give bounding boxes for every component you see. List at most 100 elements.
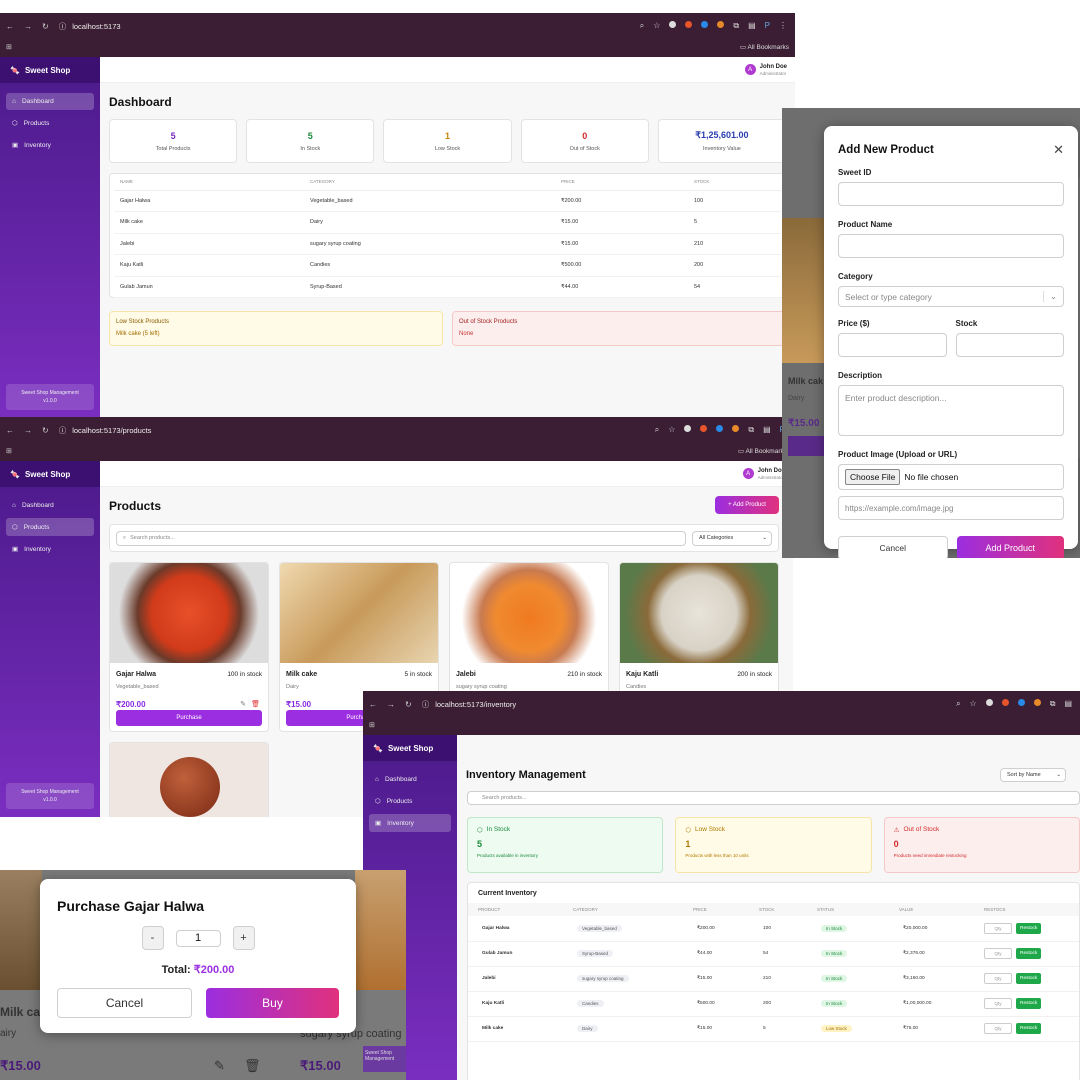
edit-icon[interactable]: ✎ [214,1058,225,1074]
sidebar-item-inventory[interactable]: ▣ Inventory [6,540,94,558]
back-icon[interactable]: ← [6,426,14,435]
restock-button[interactable]: Restock [1016,973,1042,984]
increment-button[interactable]: + [232,926,255,950]
apps-icon[interactable]: ⊞ [6,43,12,51]
avatar[interactable]: A [744,64,756,75]
extension-icon[interactable] [685,21,693,28]
extension-icon[interactable] [684,425,692,432]
brand[interactable]: 🍬 Sweet Shop [0,57,100,83]
cancel-button[interactable]: Cancel [57,988,192,1018]
purchase-button[interactable]: Purchase [116,710,262,726]
reload-icon[interactable]: ↻ [42,22,49,31]
zoom-icon[interactable]: ⌕ [655,425,659,435]
brand[interactable]: 🍬 Sweet Shop [0,461,100,487]
extension-icon[interactable] [1033,699,1041,706]
extension-icon[interactable] [669,21,677,28]
sidepanel-icon[interactable]: ▤ [748,21,756,31]
restock-qty-input[interactable]: Qty [984,948,1012,959]
product-name-input[interactable] [838,234,1064,258]
apps-icon[interactable]: ⊞ [369,721,375,729]
star-icon[interactable]: ☆ [653,21,660,31]
extension-icon[interactable] [700,425,708,432]
reload-icon[interactable]: ↻ [405,700,412,709]
extension-icon[interactable] [701,21,709,28]
star-icon[interactable]: ☆ [970,699,977,709]
add-product-submit-button[interactable]: Add Product [956,536,1064,558]
extension-icon[interactable] [1017,699,1025,706]
avatar[interactable]: A [742,468,754,479]
sidebar-item-dashboard[interactable]: ⌂ Dashboard [6,497,94,514]
bookmarks-bar[interactable]: ▭ All Bookmarks [738,447,787,455]
restock-button[interactable]: Restock [1016,1023,1042,1034]
restock-qty-input[interactable]: Qty [984,973,1012,984]
trash-icon[interactable]: 🗑 [251,700,260,708]
edit-icon[interactable]: ✎ [240,700,246,708]
back-icon[interactable]: ← [6,22,14,31]
sweet-id-input[interactable] [838,182,1064,206]
trash-icon[interactable]: 🗑 [244,1058,261,1074]
forward-icon[interactable]: → [387,700,395,709]
quantity-input[interactable]: 1 [175,929,221,947]
bookmarks-bar[interactable]: ▭ All Bookmarks [740,43,789,51]
zoom-icon[interactable]: ⌕ [640,21,644,31]
extension-icon[interactable] [732,425,740,432]
extension-icon[interactable] [716,425,724,432]
sidebar-item-inventory[interactable]: ▣ Inventory [369,814,451,832]
buy-button[interactable]: Buy [206,988,339,1018]
cancel-button[interactable]: Cancel [838,536,948,558]
product-card[interactable] [109,742,269,817]
restock-qty-input[interactable]: Qty [984,1023,1012,1034]
address-bar[interactable]: ⓘ localhost:5173 [59,21,121,32]
restock-button[interactable]: Restock [1016,948,1042,959]
category-select[interactable]: All Categories ⌄ [692,530,772,546]
reload-icon[interactable]: ↻ [42,426,49,435]
zoom-icon[interactable]: ⌕ [956,699,960,709]
star-icon[interactable]: ☆ [668,425,675,435]
price-input[interactable] [838,333,947,357]
site-info-icon[interactable]: ⓘ [59,21,67,32]
restock-qty-input[interactable]: Qty [984,998,1012,1009]
puzzle-icon[interactable]: ⧉ [733,21,739,31]
choose-file-button[interactable]: Choose File [845,469,901,485]
menu-icon[interactable]: ⋮ [779,21,787,31]
profile-icon[interactable]: P [765,21,770,31]
sidebar-item-products[interactable]: ⬡ Products [369,792,451,810]
search-input[interactable]: Search products... [467,791,1080,805]
brand[interactable]: 🍬 Sweet Shop [363,735,457,761]
sort-select[interactable]: Sort by Name ⌄ [1000,768,1066,782]
sidebar-item-products[interactable]: ⬡ Products [6,114,94,132]
puzzle-icon[interactable]: ⧉ [748,425,754,435]
close-icon[interactable]: ✕ [1053,142,1064,158]
stock-input[interactable] [955,333,1064,357]
extension-icon[interactable] [985,699,993,706]
apps-icon[interactable]: ⊞ [6,447,12,455]
restock-button[interactable]: Restock [1016,922,1042,934]
category-select[interactable]: Select or type category ⌄ [838,286,1064,307]
address-bar[interactable]: ⓘ localhost:5173/inventory [422,699,516,710]
restock-qty-input[interactable]: Qty [984,922,1012,934]
package-icon: ⬡ [685,827,692,834]
site-info-icon[interactable]: ⓘ [59,425,67,436]
image-url-input[interactable]: https://example.com/image.jpg [838,496,1064,520]
decrement-button[interactable]: - [141,926,164,950]
sidepanel-icon[interactable]: ▤ [763,425,771,435]
site-info-icon[interactable]: ⓘ [422,699,430,710]
extension-icon[interactable] [717,21,725,28]
forward-icon[interactable]: → [24,22,32,31]
sidebar-item-dashboard[interactable]: ⌂ Dashboard [6,93,94,110]
product-card[interactable]: Gajar Halwa 100 in stock Vegetable_based ₹2… [109,562,269,732]
add-product-button[interactable]: + Add Product [715,496,779,514]
sidebar-item-dashboard[interactable]: ⌂ Dashboard [369,771,451,788]
extension-icon[interactable] [1001,699,1009,706]
sidebar-item-products[interactable]: ⬡ Products [6,518,94,536]
puzzle-icon[interactable]: ⧉ [1050,699,1056,709]
search-input[interactable]: ⌕ Search products... [116,530,686,546]
forward-icon[interactable]: → [24,426,32,435]
address-bar[interactable]: ⓘ localhost:5173/products [59,425,152,436]
sidebar-item-inventory[interactable]: ▣ Inventory [6,136,94,154]
back-icon[interactable]: ← [369,700,377,709]
file-input[interactable]: Choose File No file chosen [838,464,1064,490]
description-textarea[interactable]: Enter product description... [838,385,1064,436]
restock-button[interactable]: Restock [1016,998,1042,1009]
sidepanel-icon[interactable]: ▤ [1064,699,1072,709]
